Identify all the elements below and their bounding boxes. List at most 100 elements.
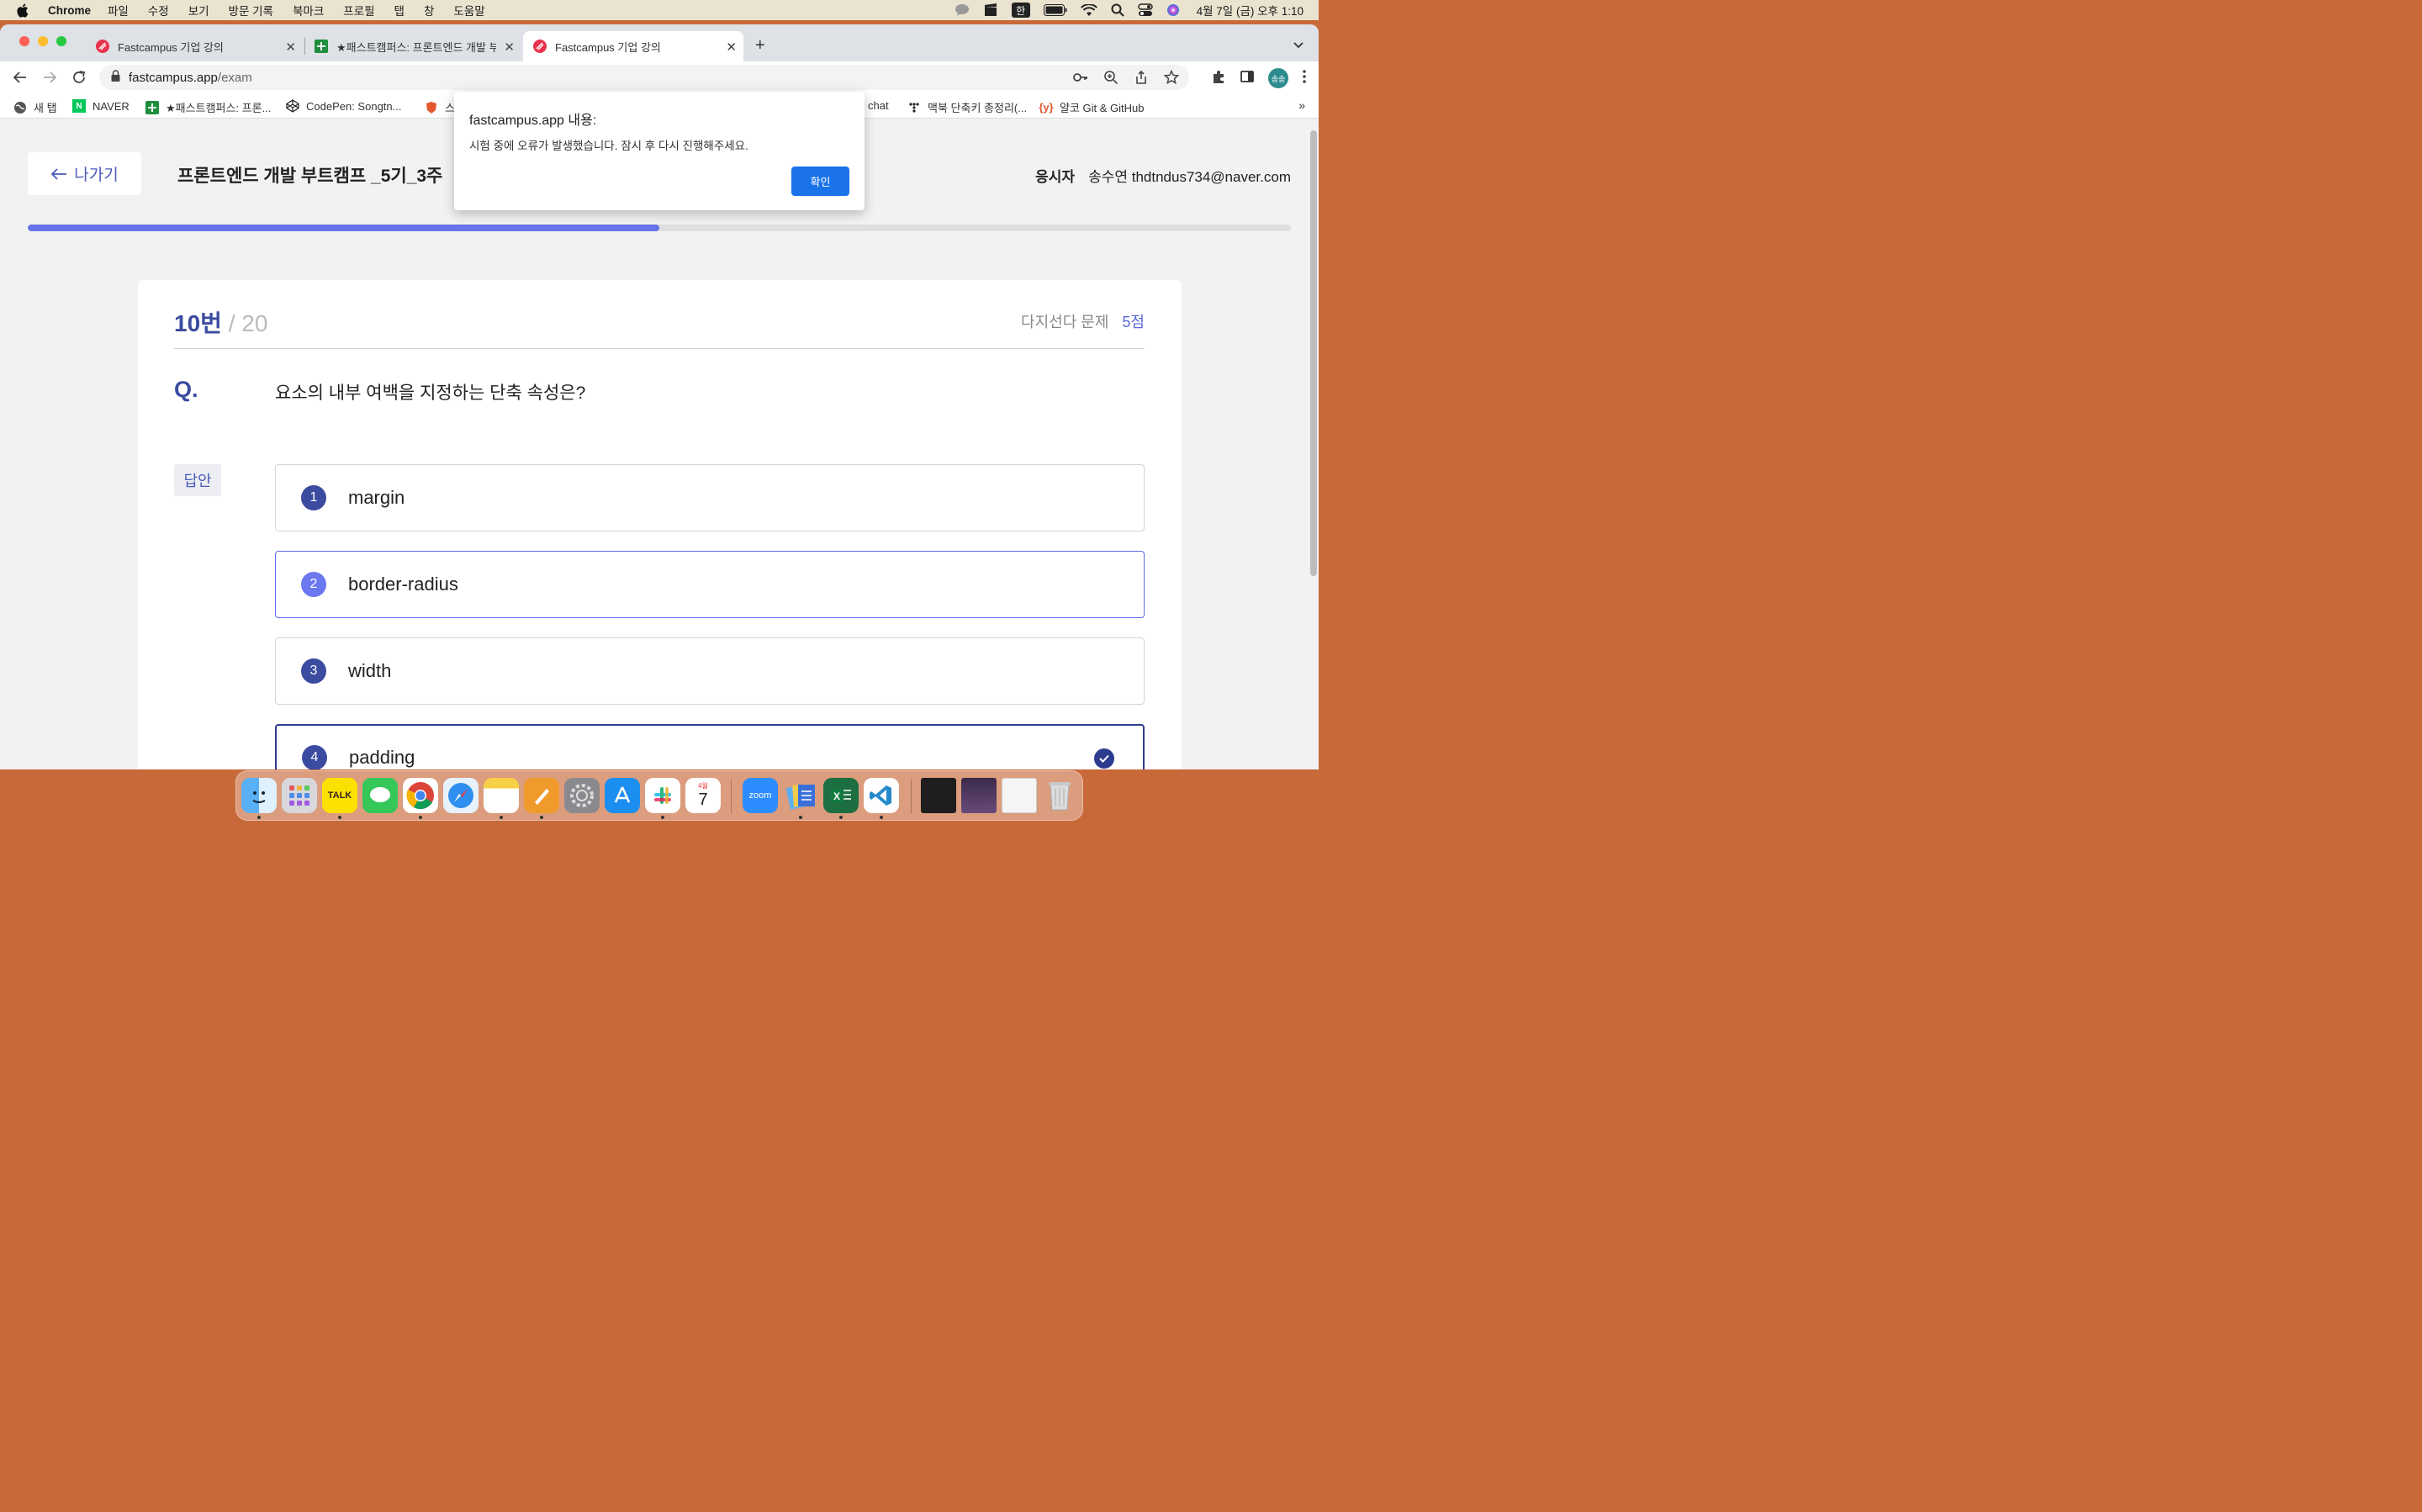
menu-window[interactable]: 창 <box>424 2 434 19</box>
zoom-icon[interactable]: zoom <box>743 778 778 813</box>
tab-2[interactable]: ★패스트캠퍼스: 프론트엔드 개발 부트 ✕ <box>306 31 521 61</box>
course-title: 프론트엔드 개발 부트캠프 _5기_3주 <box>177 167 443 186</box>
bookmark-naver[interactable]: N NAVER <box>72 99 130 113</box>
bookmark-new-tab[interactable]: 새 탭 <box>13 99 57 115</box>
address-bar[interactable]: fastcampus.app/exam <box>99 65 1189 90</box>
option-number: 3 <box>301 658 326 684</box>
bookmark-star-icon[interactable] <box>1163 69 1180 88</box>
divider <box>174 348 1145 349</box>
question-current: 10번 <box>174 310 222 336</box>
running-indicator <box>661 816 664 819</box>
progress-fill <box>28 225 659 231</box>
answer-option-2[interactable]: 2 border-radius <box>275 551 1145 618</box>
share-icon[interactable] <box>1134 70 1149 88</box>
bookmark-brave[interactable]: 스 <box>425 99 455 115</box>
close-window-button[interactable] <box>19 36 29 46</box>
reload-icon[interactable] <box>71 70 87 89</box>
minimize-window-button[interactable] <box>38 36 48 46</box>
calendar-icon[interactable]: 4월 7 <box>685 778 721 813</box>
option-text: padding <box>349 747 415 768</box>
close-tab-icon[interactable]: ✕ <box>285 40 296 55</box>
tab-3-active[interactable]: Fastcampus 기업 강의 ✕ <box>523 31 743 61</box>
answer-option-4[interactable]: 4 padding <box>275 724 1145 769</box>
menu-app-name[interactable]: Chrome <box>48 4 91 17</box>
menu-tab[interactable]: 탭 <box>394 2 405 19</box>
svg-text:X: X <box>833 790 840 802</box>
menu-history[interactable]: 방문 기록 <box>229 2 273 19</box>
documents-icon[interactable] <box>783 778 818 813</box>
menu-edit[interactable]: 수정 <box>148 2 169 19</box>
clapper-icon[interactable] <box>983 3 998 17</box>
more-menu-icon[interactable] <box>1302 69 1307 88</box>
tab-search-chevron-icon[interactable] <box>1293 38 1304 53</box>
forward-arrow-icon[interactable] <box>42 70 57 89</box>
bookmark-macbook-shortcuts[interactable]: 맥북 단축키 총정리(... <box>907 99 1027 115</box>
menu-clock[interactable]: 4월 7일 (금) 오후 1:10 <box>1197 2 1304 19</box>
zoom-window-button[interactable] <box>56 36 66 46</box>
menu-file[interactable]: 파일 <box>108 2 129 19</box>
window-thumbnail[interactable] <box>921 778 956 813</box>
bookmark-label: 맥북 단축키 총정리(... <box>928 102 1028 114</box>
naver-icon: N <box>72 99 86 113</box>
input-source-icon[interactable]: 한 <box>1011 3 1030 18</box>
question-total: / 20 <box>228 310 268 336</box>
menu-view[interactable]: 보기 <box>188 2 209 19</box>
menu-bookmarks[interactable]: 북마크 <box>293 2 324 19</box>
kakaotalk-label: TALK <box>327 790 352 801</box>
battery-icon[interactable] <box>1043 4 1067 16</box>
messages-icon[interactable] <box>362 778 398 813</box>
running-indicator <box>839 816 843 819</box>
window-thumbnail[interactable] <box>1002 778 1037 813</box>
zoom-in-icon[interactable] <box>1103 70 1118 88</box>
excel-icon[interactable]: X <box>823 778 859 813</box>
system-settings-icon[interactable] <box>564 778 600 813</box>
chrome-icon[interactable] <box>403 778 438 813</box>
launchpad-icon[interactable] <box>282 778 317 813</box>
safari-icon[interactable] <box>443 778 479 813</box>
question-card: 10번 / 20 다지선다 문제 5점 Q. 요소의 내부 여백을 지정하는 단… <box>138 280 1182 769</box>
window-thumbnail[interactable] <box>961 778 997 813</box>
vscode-icon[interactable] <box>864 778 899 813</box>
siri-icon[interactable] <box>1166 3 1180 17</box>
extensions-puzzle-icon[interactable] <box>1211 69 1226 88</box>
app-store-icon[interactable] <box>605 778 640 813</box>
pages-icon[interactable] <box>524 778 559 813</box>
question-label: Q. <box>174 377 198 402</box>
bookmark-chat[interactable]: chat <box>868 99 889 112</box>
profile-avatar[interactable]: 송송 <box>1268 68 1288 88</box>
answer-option-3[interactable]: 3 width <box>275 637 1145 705</box>
calendar-month: 4월 <box>698 782 708 790</box>
trash-icon[interactable] <box>1042 778 1077 813</box>
bookmarks-overflow-chevron-icon[interactable]: » <box>1298 98 1305 112</box>
tab-1[interactable]: Fastcampus 기업 강의 ✕ <box>86 31 303 61</box>
option-text: border-radius <box>348 574 458 595</box>
bookmark-yalco-git[interactable]: {y} 얄코 Git & GitHub <box>1039 99 1144 115</box>
bookmark-fastcampus-sheet[interactable]: ★패스트캠퍼스: 프론... <box>145 99 271 115</box>
wifi-icon[interactable] <box>1080 3 1097 17</box>
new-tab-icon[interactable]: + <box>755 36 765 56</box>
menu-help[interactable]: 도움말 <box>453 2 484 19</box>
chat-bubble-icon[interactable] <box>955 3 970 17</box>
page-scrollbar[interactable] <box>1310 130 1317 576</box>
menu-profiles[interactable]: 프로필 <box>343 2 374 19</box>
spotlight-search-icon[interactable] <box>1111 3 1124 17</box>
examinee-info: 응시자 송수연 thdtndus734@naver.com <box>1035 165 1291 186</box>
slack-icon[interactable] <box>645 778 680 813</box>
fastcampus-icon <box>533 40 547 53</box>
back-arrow-icon[interactable] <box>13 70 28 89</box>
kakaotalk-icon[interactable]: TALK <box>322 778 357 813</box>
finder-icon[interactable] <box>241 778 277 813</box>
exit-button[interactable]: 나가기 <box>28 152 141 195</box>
close-tab-icon[interactable]: ✕ <box>726 40 737 55</box>
browser-toolbar: fastcampus.app/exam 송송 <box>0 61 1319 93</box>
close-tab-icon[interactable]: ✕ <box>504 40 515 55</box>
notes-icon[interactable] <box>484 778 519 813</box>
lock-icon[interactable] <box>111 70 120 85</box>
answer-option-1[interactable]: 1 margin <box>275 464 1145 531</box>
apple-icon[interactable] <box>16 3 33 18</box>
control-center-icon[interactable] <box>1137 3 1153 17</box>
bookmark-codepen[interactable]: CodePen: Songtn... <box>286 99 401 113</box>
dialog-ok-button[interactable]: 확인 <box>791 167 849 196</box>
side-panel-icon[interactable] <box>1240 69 1255 88</box>
key-icon[interactable] <box>1073 70 1088 88</box>
